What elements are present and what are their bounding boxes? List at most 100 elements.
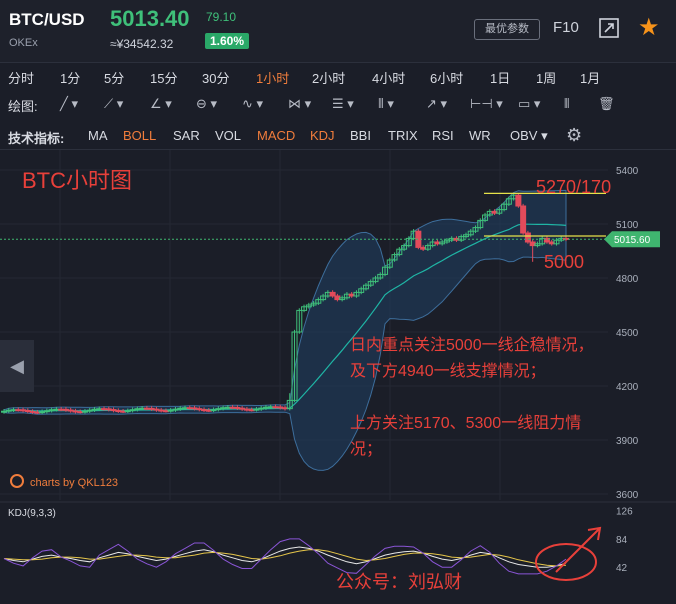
pattern-tool-icon[interactable]: ⋈ ▾: [288, 96, 311, 112]
candle-body: [134, 408, 141, 411]
measure-tool-icon[interactable]: ⊢⊣ ▾: [470, 96, 503, 112]
indicator-bbi[interactable]: BBI: [350, 128, 371, 143]
candle-body: [81, 410, 88, 413]
f10-button[interactable]: F10: [553, 19, 579, 36]
candle-body: [220, 407, 227, 410]
signature: 公众号：刘弘财: [336, 572, 462, 592]
indicator-bar: 技术指标: ⚙ MA BOLL SAR VOL MACD KDJ BBI TRIX RSI WR O…: [0, 124, 676, 148]
chart-title: BTC小时图: [22, 168, 132, 193]
indicator-rsi[interactable]: RSI: [432, 128, 454, 143]
price-change: 79.10: [206, 10, 237, 24]
tab-timeframe-1[interactable]: 1分: [60, 68, 80, 87]
tab-timeframe-0[interactable]: 分时: [8, 68, 34, 87]
angle-tool-icon[interactable]: ∠ ▾: [150, 96, 172, 112]
kdj-tick-label: 126: [616, 507, 633, 518]
candle-body: [191, 407, 198, 410]
price-tick-label: 3600: [616, 490, 639, 501]
indicator-sar[interactable]: SAR: [173, 128, 200, 143]
tab-timeframe-9[interactable]: 1日: [490, 68, 510, 87]
candle-body: [120, 410, 127, 413]
candle-body: [177, 407, 184, 410]
delete-icon[interactable]: 🗑: [598, 96, 615, 112]
candle-body: [67, 409, 74, 412]
indicator-trix[interactable]: TRIX: [388, 128, 418, 143]
favorite-star-icon[interactable]: ★: [638, 13, 660, 42]
channel-tool-icon[interactable]: ⦀ ▾: [378, 96, 394, 112]
kdj-tick-label: 84: [616, 535, 628, 546]
drawing-toolbar: 绘图: ╱ ▾ ⟋ ▾ ∠ ▾ ⊖ ▾ ∿ ▾ ⋈ ▾ ☰ ▾ ⦀ ▾ ↗ ▾ …: [0, 92, 676, 116]
tab-timeframe-3[interactable]: 15分: [150, 68, 177, 87]
exchange-name: OKEx: [9, 37, 38, 49]
symbol-title: BTC/USD: [9, 10, 85, 29]
candle-body: [139, 407, 146, 410]
candle-body: [334, 295, 341, 301]
candle-body: [39, 411, 46, 414]
candle-body: [101, 408, 108, 411]
tab-timeframe-4[interactable]: 30分: [202, 68, 229, 87]
tab-timeframe-10[interactable]: 1周: [536, 68, 556, 87]
candle-body: [201, 409, 208, 412]
candle-body: [196, 408, 203, 411]
gear-icon[interactable]: ⚙: [566, 125, 582, 146]
drawing-label: 绘图:: [8, 99, 38, 114]
line-tool-icon[interactable]: ╱ ▾: [60, 96, 78, 112]
tab-timeframe-2[interactable]: 5分: [104, 68, 124, 87]
indicator-boll[interactable]: BOLL: [123, 128, 156, 143]
candle-body: [24, 410, 31, 413]
change-percent-badge: 1.60%: [205, 33, 250, 49]
candle-body: [91, 408, 98, 411]
indicator-obv[interactable]: OBV ▾: [510, 128, 548, 144]
candle-body: [5, 409, 12, 412]
price-tick-label: 5100: [616, 220, 639, 231]
resistance-label: 5270/170: [536, 177, 611, 197]
circle-tool-icon[interactable]: ⊖ ▾: [196, 96, 217, 112]
candle-body: [186, 407, 193, 410]
candle-body: [329, 291, 336, 297]
support-label: 5000: [544, 252, 584, 272]
scroll-left-icon[interactable]: ◀: [0, 340, 34, 392]
arrow-tool-icon[interactable]: ↗ ▾: [426, 96, 447, 112]
candle-body: [48, 409, 55, 412]
price-tick-label: 4500: [616, 328, 639, 339]
candle-body: [153, 408, 160, 411]
price-chart[interactable]: 3600 3900 4200 4500 4800 5100 5400 5015.60 BTC…: [0, 150, 676, 604]
candle-body: [115, 410, 122, 413]
wave-tool-icon[interactable]: ∿ ▾: [242, 96, 263, 112]
indicator-ma[interactable]: MA: [88, 128, 108, 143]
comment-tool-icon[interactable]: ▭ ▾: [518, 96, 540, 112]
note-line-1: 日内重点关注5000一线企稳情况，: [350, 336, 594, 354]
price-cny: ≈¥34542.32: [110, 37, 174, 51]
candle-body: [524, 232, 531, 243]
candle-body: [210, 409, 217, 412]
candle-body: [105, 408, 112, 411]
tab-timeframe-8[interactable]: 6小时: [430, 68, 463, 87]
segment-tool-icon[interactable]: ⟋ ▾: [104, 96, 123, 112]
fullscreen-icon[interactable]: [598, 17, 620, 39]
candle-body: [267, 406, 274, 409]
candle-body: [272, 406, 279, 409]
candle-body: [86, 409, 93, 412]
tab-timeframe-7[interactable]: 4小时: [372, 68, 405, 87]
tab-timeframe-11[interactable]: 1月: [580, 68, 600, 87]
candle-body: [229, 406, 236, 409]
note-line-2: 及下方4940一线支撑情况；: [350, 362, 546, 380]
tab-timeframe-6[interactable]: 2小时: [312, 68, 345, 87]
candle-body: [148, 407, 155, 410]
candle-body: [158, 409, 165, 412]
indicator-macd[interactable]: MACD: [257, 128, 295, 143]
indicator-vol[interactable]: VOL: [215, 128, 241, 143]
candle-body: [262, 406, 269, 409]
kdj-axis: 42 84 126: [616, 507, 633, 575]
candle-body: [43, 410, 50, 413]
kdj-title: KDJ(9,3,3): [8, 508, 56, 519]
candle-body: [29, 410, 36, 413]
candle-tool-icon[interactable]: ⫴: [564, 96, 569, 112]
optimal-params-button[interactable]: 最优参数: [474, 19, 540, 40]
fib-tool-icon[interactable]: ☰ ▾: [332, 96, 354, 112]
candle-body: [243, 408, 250, 411]
tab-timeframe-5[interactable]: 1小时: [256, 68, 289, 87]
price-tick-label: 4800: [616, 274, 639, 285]
timeframe-bar: 分时 1分 5分 15分 30分 1小时 2小时 4小时 6小时 1日 1周 1月: [0, 64, 676, 88]
indicator-wr[interactable]: WR: [469, 128, 491, 143]
indicator-kdj[interactable]: KDJ: [310, 128, 335, 143]
